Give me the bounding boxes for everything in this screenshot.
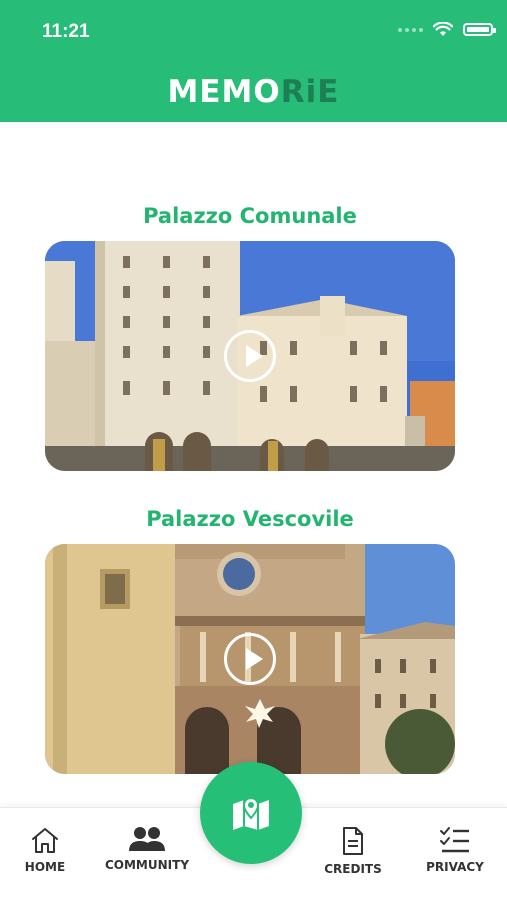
signal-icon bbox=[398, 27, 423, 32]
place-video-thumbnail[interactable] bbox=[45, 544, 455, 774]
tab-privacy-label: PRIVACY bbox=[426, 860, 484, 874]
tab-home-label: HOME bbox=[24, 860, 66, 874]
tab-credits[interactable]: CREDITS bbox=[303, 826, 403, 876]
home-icon bbox=[32, 828, 58, 853]
play-icon[interactable] bbox=[224, 330, 276, 382]
tab-home[interactable]: HOME bbox=[0, 826, 95, 874]
place-video-thumbnail[interactable] bbox=[45, 241, 455, 471]
place-card: Palazzo Comunale bbox=[45, 204, 455, 471]
play-icon[interactable] bbox=[224, 633, 276, 685]
tab-privacy[interactable]: PRIVACY bbox=[405, 826, 505, 874]
tab-community[interactable]: COMMUNITY bbox=[97, 826, 197, 872]
wifi-icon bbox=[433, 22, 453, 36]
checklist-icon bbox=[440, 827, 469, 853]
places-list: Palazzo Comunale Palazzo Vescovile bbox=[0, 122, 507, 807]
status-time: 11:21 bbox=[42, 21, 90, 42]
map-pin-icon bbox=[233, 797, 269, 830]
logo-part2: RiE bbox=[280, 74, 340, 110]
map-button[interactable] bbox=[200, 762, 302, 864]
battery-icon bbox=[463, 23, 496, 36]
place-title: Palazzo Comunale bbox=[143, 204, 357, 228]
tab-community-label: COMMUNITY bbox=[104, 858, 190, 872]
status-icons bbox=[398, 22, 496, 37]
app-logo: MEMORiE bbox=[0, 74, 507, 110]
place-title: Palazzo Vescovile bbox=[146, 507, 354, 531]
logo-part1: MEMO bbox=[167, 74, 281, 110]
community-icon bbox=[129, 827, 165, 851]
tab-credits-label: CREDITS bbox=[324, 862, 382, 876]
document-icon bbox=[343, 827, 363, 855]
app-header: 11:21 MEMORiE bbox=[0, 0, 507, 122]
place-card: Palazzo Vescovile bbox=[45, 507, 455, 774]
